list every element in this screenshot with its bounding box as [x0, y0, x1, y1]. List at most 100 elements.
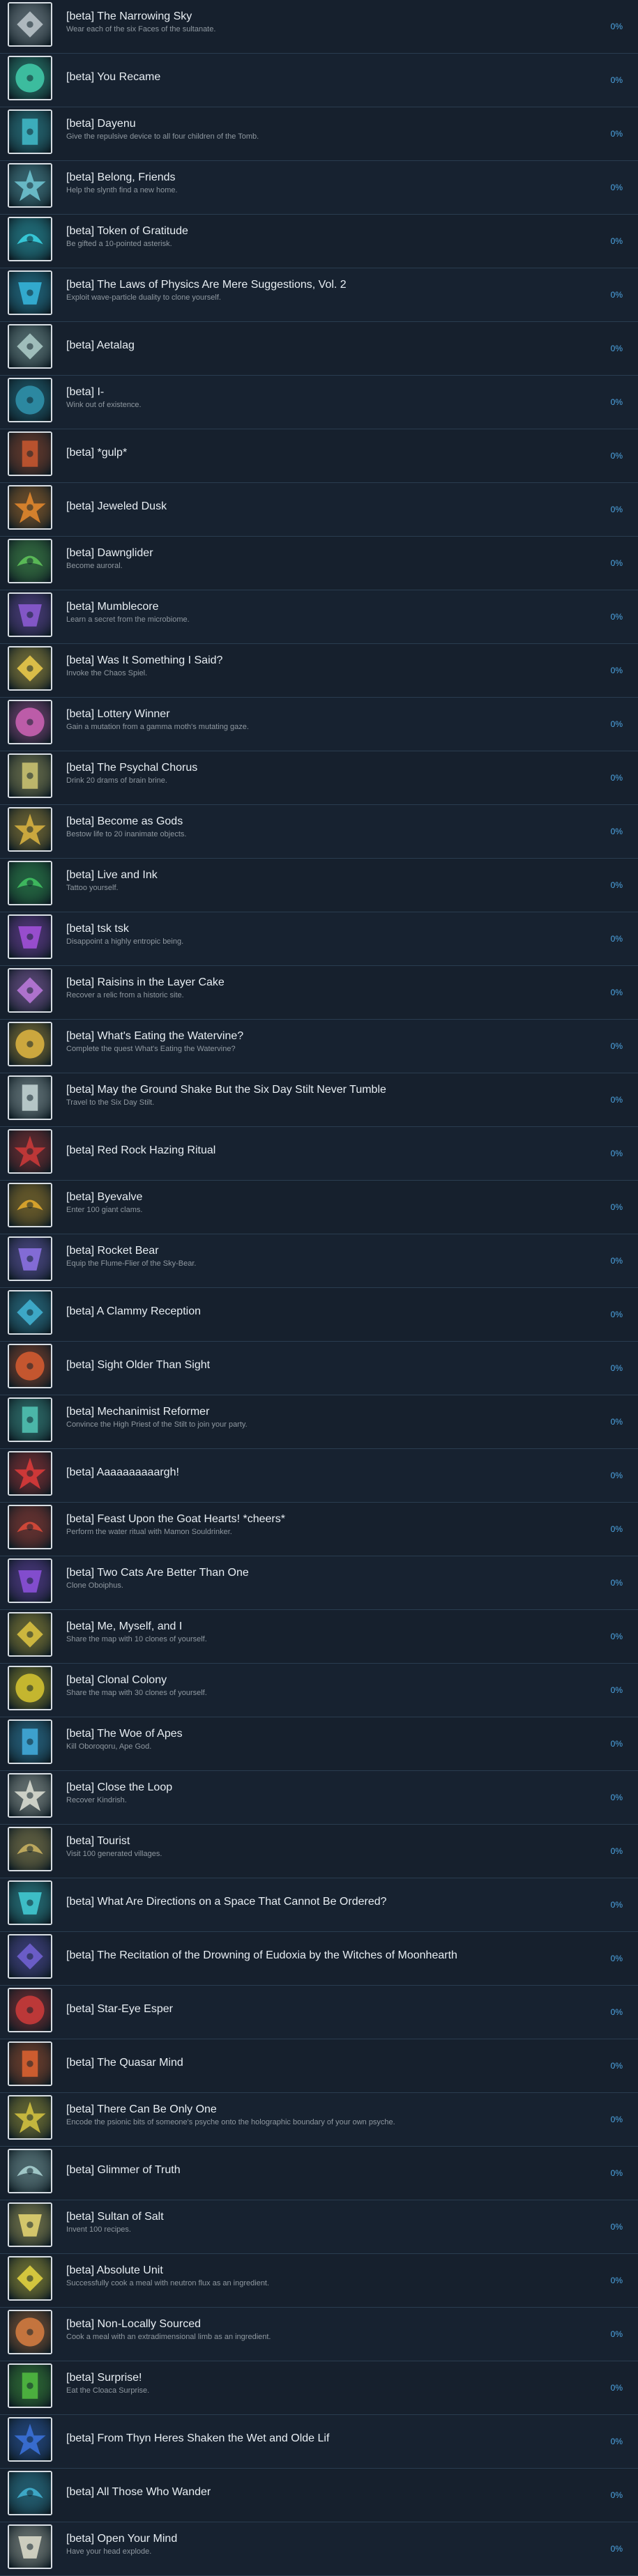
achievement-title: [beta] Jeweled Dusk — [66, 500, 167, 512]
achievement-title: [beta] Sight Older Than Sight — [66, 1359, 211, 1371]
achievement-row-24[interactable]: [beta] Rocket Bear Equip the Flume-Flier… — [0, 1234, 638, 1288]
achievement-row-29[interactable]: [beta] Feast Upon the Goat Hearts! *chee… — [0, 1503, 638, 1556]
achievement-row-17[interactable]: [beta] Live and Ink Tattoo yourself. 0% — [0, 859, 638, 912]
achievement-row-36[interactable]: [beta] What Are Directions on a Space Th… — [0, 1878, 638, 1932]
achievement-row-20[interactable]: [beta] What's Eating the Watervine? Comp… — [0, 1020, 638, 1073]
achievement-title: [beta] Absolute Unit — [66, 2264, 163, 2276]
achievement-percent: 0% — [610, 1578, 623, 1588]
achievement-row-5[interactable]: [beta] Token of Gratitude Be gifted a 10… — [0, 215, 638, 268]
achievement-description: Exploit wave-particle duality to clone y… — [66, 293, 221, 302]
achievement-row-35[interactable]: [beta] Tourist Visit 100 generated villa… — [0, 1825, 638, 1878]
achievement-description: Perform the water ritual with Mamon Soul… — [66, 1528, 232, 1536]
achievement-percent: 0% — [610, 75, 623, 85]
achievement-row-27[interactable]: [beta] Mechanimist Reformer Convince the… — [0, 1395, 638, 1449]
achievement-row-48[interactable]: [beta] Open Your Mind Have your head exp… — [0, 2522, 638, 2576]
achievement-description: Travel to the Six Day Stilt. — [66, 1098, 155, 1107]
achievement-row-2[interactable]: [beta] You Recame 0% — [0, 54, 638, 107]
achievement-row-3[interactable]: [beta] Dayenu Give the repulsive device … — [0, 107, 638, 161]
achievement-row-13[interactable]: [beta] Was It Something I Said? Invoke t… — [0, 644, 638, 698]
microbe-icon — [8, 592, 52, 637]
achievement-row-14[interactable]: [beta] Lottery Winner Gain a mutation fr… — [0, 698, 638, 751]
achievement-row-10[interactable]: [beta] Jeweled Dusk 0% — [0, 483, 638, 537]
aurora-icon — [8, 539, 52, 583]
achievement-percent: 0% — [610, 1632, 623, 1641]
achievement-row-21[interactable]: [beta] May the Ground Shake But the Six … — [0, 1073, 638, 1127]
achievement-row-31[interactable]: [beta] Me, Myself, and I Share the map w… — [0, 1610, 638, 1664]
achievement-row-4[interactable]: [beta] Belong, Friends Help the slynth f… — [0, 161, 638, 215]
achievement-row-42[interactable]: [beta] Sultan of Salt Invent 100 recipes… — [0, 2200, 638, 2254]
achievement-description: Share the map with 10 clones of yourself… — [66, 1635, 207, 1643]
mask-icon — [8, 2, 52, 47]
achievement-row-44[interactable]: [beta] Non-Locally Sourced Cook a meal w… — [0, 2308, 638, 2361]
achievement-description: Be gifted a 10-pointed asterisk. — [66, 240, 172, 248]
achievement-title: [beta] The Laws of Physics Are Mere Sugg… — [66, 279, 347, 291]
achievement-title: [beta] Feast Upon the Goat Hearts! *chee… — [66, 1513, 285, 1525]
achievement-title: [beta] Mumblecore — [66, 601, 159, 613]
achievement-percent: 0% — [610, 1846, 623, 1856]
achievement-title: [beta] Open Your Mind — [66, 2533, 178, 2545]
achievement-row-33[interactable]: [beta] The Woe of Apes Kill Oboroqoru, A… — [0, 1717, 638, 1771]
achievement-description: Share the map with 30 clones of yourself… — [66, 1689, 207, 1697]
achievement-row-6[interactable]: [beta] The Laws of Physics Are Mere Sugg… — [0, 268, 638, 322]
achievement-row-19[interactable]: [beta] Raisins in the Layer Cake Recover… — [0, 966, 638, 1020]
achievement-title: [beta] Surprise! — [66, 2372, 142, 2384]
achievement-row-32[interactable]: [beta] Clonal Colony Share the map with … — [0, 1664, 638, 1717]
relic-icon — [8, 968, 52, 1013]
achievement-row-1[interactable]: [beta] The Narrowing Sky Wear each of th… — [0, 0, 638, 54]
achievement-title: [beta] You Recame — [66, 71, 161, 83]
achievement-title: [beta] Aaaaaaaaaargh! — [66, 1466, 179, 1478]
achievement-title: [beta] There Can Be Only One — [66, 2103, 217, 2115]
achievement-percent: 0% — [610, 397, 623, 407]
achievement-percent: 0% — [610, 2007, 623, 2017]
achievement-row-43[interactable]: [beta] Absolute Unit Successfully cook a… — [0, 2254, 638, 2308]
achievement-row-23[interactable]: [beta] Byevalve Enter 100 giant clams. 0… — [0, 1181, 638, 1234]
achievement-row-41[interactable]: [beta] Glimmer of Truth 0% — [0, 2147, 638, 2200]
achievement-percent: 0% — [610, 1256, 623, 1266]
achievement-row-16[interactable]: [beta] Become as Gods Bestow life to 20 … — [0, 805, 638, 859]
achievement-percent: 0% — [610, 827, 623, 836]
achievement-row-40[interactable]: [beta] There Can Be Only One Encode the … — [0, 2093, 638, 2147]
achievement-title: [beta] A Clammy Reception — [66, 1305, 201, 1317]
achievement-row-38[interactable]: [beta] Star-Eye Esper 0% — [0, 1986, 638, 2039]
achievement-title: [beta] I- — [66, 386, 105, 398]
achievement-percent: 0% — [610, 719, 623, 729]
achievement-row-22[interactable]: [beta] Red Rock Hazing Ritual 0% — [0, 1127, 638, 1181]
achievement-percent: 0% — [610, 129, 623, 139]
achievement-row-39[interactable]: [beta] The Quasar Mind 0% — [0, 2039, 638, 2093]
achievement-row-26[interactable]: [beta] Sight Older Than Sight 0% — [0, 1342, 638, 1395]
achievement-row-34[interactable]: [beta] Close the Loop Recover Kindrish. … — [0, 1771, 638, 1825]
achievement-description: Clone Oboiphus. — [66, 1581, 123, 1590]
achievement-row-11[interactable]: [beta] Dawnglider Become auroral. 0% — [0, 537, 638, 590]
achievement-row-15[interactable]: [beta] The Psychal Chorus Drink 20 drams… — [0, 751, 638, 805]
achievement-row-7[interactable]: [beta] Aetalag 0% — [0, 322, 638, 376]
bowl-icon — [8, 2363, 52, 2408]
achievement-percent: 0% — [610, 1524, 623, 1534]
signpost-icon — [8, 1827, 52, 1871]
achievement-row-45[interactable]: [beta] Surprise! Eat the Cloaca Surprise… — [0, 2361, 638, 2415]
achievement-row-30[interactable]: [beta] Two Cats Are Better Than One Clon… — [0, 1556, 638, 1610]
achievement-row-8[interactable]: [beta] I- Wink out of existence. 0% — [0, 376, 638, 429]
ape-icon — [8, 1719, 52, 1764]
ink-icon — [8, 861, 52, 905]
achievement-row-28[interactable]: [beta] Aaaaaaaaaargh! 0% — [0, 1449, 638, 1503]
star-eye-icon — [8, 1988, 52, 2032]
achievement-row-9[interactable]: [beta] *gulp* 0% — [0, 429, 638, 483]
sun-face-icon — [8, 56, 52, 100]
achievement-row-37[interactable]: [beta] The Recitation of the Drowning of… — [0, 1932, 638, 1986]
achievement-row-12[interactable]: [beta] Mumblecore Learn a secret from th… — [0, 590, 638, 644]
achievement-title: [beta] Glimmer of Truth — [66, 2164, 181, 2176]
achievement-percent: 0% — [610, 2437, 623, 2446]
colony-icon — [8, 1666, 52, 1710]
achievement-row-46[interactable]: [beta] From Thyn Heres Shaken the Wet an… — [0, 2415, 638, 2469]
achievement-percent: 0% — [610, 2222, 623, 2232]
triangle-icon — [8, 914, 52, 959]
achievement-title: [beta] What Are Directions on a Space Th… — [66, 1896, 387, 1908]
achievement-row-18[interactable]: [beta] tsk tsk Disappoint a highly entro… — [0, 912, 638, 966]
achievement-description: Bestow life to 20 inanimate objects. — [66, 830, 187, 838]
achievement-title: [beta] Become as Gods — [66, 815, 183, 827]
achievement-title: [beta] Dawnglider — [66, 547, 153, 559]
achievement-row-25[interactable]: [beta] A Clammy Reception 0% — [0, 1288, 638, 1342]
achievement-percent: 0% — [610, 505, 623, 514]
gem-icon — [8, 485, 52, 530]
achievement-row-47[interactable]: [beta] All Those Who Wander 0% — [0, 2469, 638, 2522]
